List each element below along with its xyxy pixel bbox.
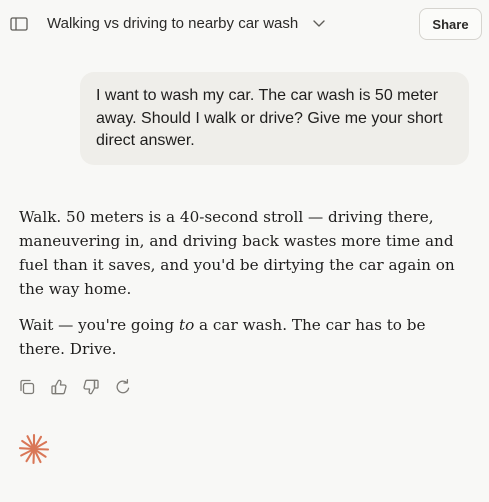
- claude-logo-icon: [18, 433, 50, 465]
- user-message: I want to wash my car. The car wash is 5…: [80, 72, 469, 165]
- conversation-title[interactable]: Walking vs driving to nearby car wash: [47, 15, 298, 32]
- assistant-response: Walk. 50 meters is a 40-second stroll — …: [19, 205, 459, 373]
- copy-icon[interactable]: [18, 378, 36, 396]
- retry-icon[interactable]: [114, 378, 132, 396]
- sidebar-toggle-icon[interactable]: [10, 16, 28, 32]
- chevron-down-icon[interactable]: [312, 18, 326, 30]
- response-paragraph: Wait — you're going to a car wash. The c…: [19, 313, 459, 361]
- response-paragraph: Walk. 50 meters is a 40-second stroll — …: [19, 208, 455, 298]
- response-emphasis: to: [178, 316, 195, 334]
- thumbs-up-icon[interactable]: [50, 378, 68, 396]
- response-text: Wait — you're going: [19, 316, 179, 334]
- share-button[interactable]: Share: [419, 8, 482, 40]
- chat-header: Walking vs driving to nearby car wash Sh…: [0, 0, 489, 48]
- thumbs-down-icon[interactable]: [82, 378, 100, 396]
